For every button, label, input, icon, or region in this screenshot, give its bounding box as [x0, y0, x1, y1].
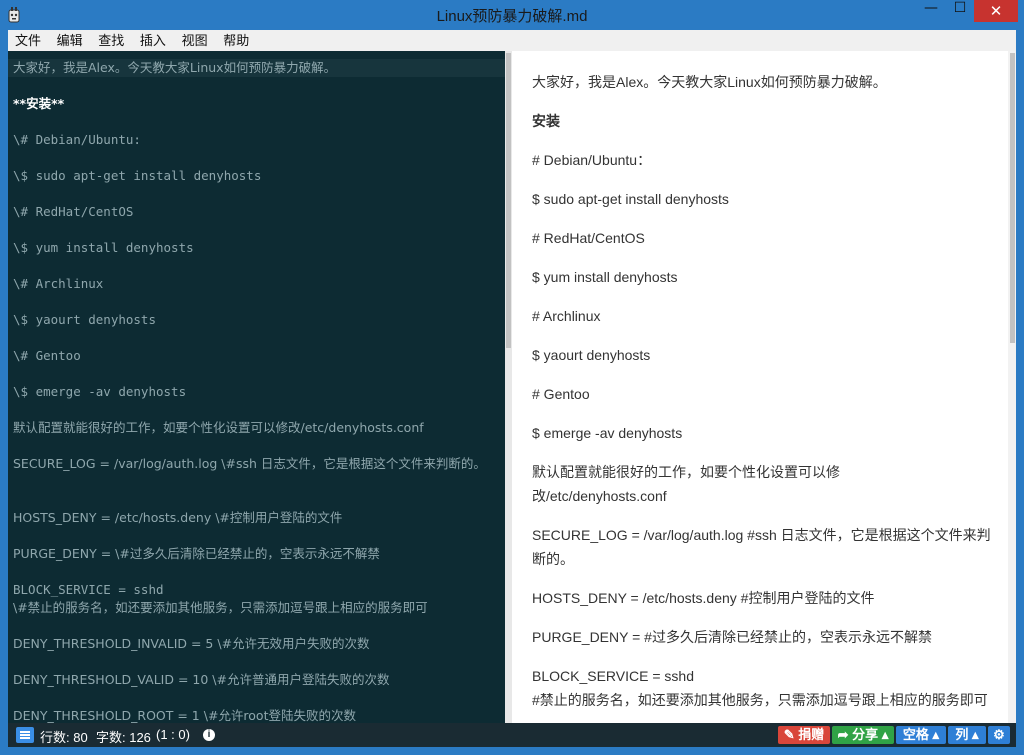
editor-line[interactable]: \$ emerge -av denyhosts	[13, 383, 503, 401]
menu-help[interactable]: 帮助	[218, 30, 254, 51]
editor-line[interactable]: \# Debian/Ubuntu:	[13, 131, 503, 149]
preview-paragraph: $ sudo apt-get install denyhosts	[532, 191, 729, 207]
column-mode-button[interactable]: 列 ▴	[948, 726, 986, 744]
editor-line[interactable]: DENY_THRESHOLD_INVALID = 5 \#允许无效用户失败的次数	[13, 635, 503, 653]
column-mode-label: 列	[955, 727, 969, 742]
editor-line[interactable]: \# Gentoo	[13, 347, 503, 365]
editor-line[interactable]: 默认配置就能很好的工作，如要个性化设置可以修改/etc/denyhosts.co…	[13, 419, 503, 437]
menu-file[interactable]: 文件	[10, 30, 46, 51]
settings-button[interactable]: ⚙	[988, 726, 1010, 744]
editor-scrollbar-thumb[interactable]	[506, 53, 511, 348]
sidebar-toggle-button[interactable]	[16, 727, 34, 743]
editor-line[interactable]: 大家好，我是Alex。今天教大家Linux如何预防暴力破解。	[8, 59, 505, 77]
minimize-icon: —	[924, 0, 938, 16]
title-bar: Linux预防暴力破解.md — ☐ ✕	[0, 0, 1024, 30]
preview-scrollbar[interactable]	[1008, 51, 1016, 723]
editor-line[interactable]: DENY_THRESHOLD_VALID = 10 \#允许普通用户登陆失败的次…	[13, 671, 503, 689]
editor-line[interactable]: \# Archlinux	[13, 275, 503, 293]
editor-line[interactable]: \$ sudo apt-get install denyhosts	[13, 167, 503, 185]
window-title: Linux预防暴力破解.md	[436, 8, 588, 25]
close-icon: ✕	[989, 2, 1003, 20]
preview-paragraph: HOSTS_DENY = /etc/hosts.deny #控制用户登陆的文件	[532, 590, 875, 606]
preview-pane: 大家好，我是Alex。今天教大家Linux如何预防暴力破解。 安装 # Debi…	[512, 51, 1008, 723]
maximize-button[interactable]: ☐	[946, 0, 974, 22]
editor-line[interactable]: \$ yaourt denyhosts	[13, 311, 503, 329]
gear-icon: ⚙	[993, 727, 1005, 742]
menu-edit[interactable]: 编辑	[52, 30, 88, 51]
markdown-editor[interactable]: 大家好，我是Alex。今天教大家Linux如何预防暴力破解。 **安装** \#…	[8, 51, 505, 723]
indent-mode-label: 空格	[902, 727, 929, 742]
menu-insert[interactable]: 插入	[135, 30, 171, 51]
preview-paragraph: 大家好，我是Alex。今天教大家Linux如何预防暴力破解。	[532, 74, 887, 90]
status-bar: 行数: 80 字数: 126 (1 : 0) i ✎ 捐赠 ➦ 分享 ▴ 空格 …	[8, 723, 1016, 747]
minimize-button[interactable]: —	[916, 0, 946, 22]
editor-line[interactable]: \#禁止的服务名，如还要添加其他服务，只需添加逗号跟上相应的服务即可	[13, 599, 503, 617]
preview-paragraph: #禁止的服务名，如还要添加其他服务，只需添加逗号跟上相应的服务即可	[532, 692, 988, 708]
donate-icon: ✎	[783, 727, 795, 742]
editor-line[interactable]: \# RedHat/CentOS	[13, 203, 503, 221]
editor-scrollbar[interactable]	[505, 51, 512, 723]
indent-mode-button[interactable]: 空格 ▴	[896, 726, 946, 744]
editor-line[interactable]: BLOCK_SERVICE = sshd	[13, 581, 503, 599]
caret-up-icon: ▴	[972, 727, 979, 742]
maximize-icon: ☐	[953, 0, 967, 16]
info-icon[interactable]: i	[203, 729, 215, 741]
preview-scrollbar-thumb[interactable]	[1010, 53, 1015, 343]
editor-line[interactable]: SECURE_LOG = /var/log/auth.log \#ssh 日志文…	[13, 455, 503, 473]
editor-line[interactable]: \$ yum install denyhosts	[13, 239, 503, 257]
cursor-position: (1 : 0)	[156, 727, 190, 742]
close-button[interactable]: ✕	[974, 0, 1018, 22]
menu-view[interactable]: 视图	[177, 30, 213, 51]
donate-label: 捐赠	[798, 727, 825, 742]
editor-line[interactable]: **安装**	[13, 95, 503, 113]
preview-paragraph: # Gentoo	[532, 386, 590, 402]
preview-paragraph: 默认配置就能很好的工作，如要个性化设置可以修改/etc/denyhosts.co…	[532, 464, 840, 504]
preview-paragraph: # Archlinux	[532, 308, 601, 324]
menu-find[interactable]: 查找	[93, 30, 129, 51]
editor-line[interactable]: DENY_THRESHOLD_ROOT = 1 \#允许root登陆失败的次数	[13, 707, 503, 723]
preview-paragraph: # Debian/Ubuntu：	[532, 152, 652, 168]
preview-paragraph: PURGE_DENY = #过多久后清除已经禁止的，空表示永远不解禁	[532, 629, 932, 645]
preview-paragraph: # RedHat/CentOS	[532, 230, 645, 246]
preview-paragraph: BLOCK_SERVICE = sshd	[532, 668, 694, 684]
caret-up-icon: ▴	[932, 727, 940, 742]
donate-button[interactable]: ✎ 捐赠	[778, 726, 830, 744]
share-button[interactable]: ➦ 分享 ▴	[832, 726, 894, 744]
menu-bar: 文件 编辑 查找 插入 视图 帮助	[8, 30, 1016, 51]
editor-line[interactable]: HOSTS_DENY = /etc/hosts.deny \#控制用户登陆的文件	[13, 509, 503, 527]
share-icon: ➦	[837, 727, 849, 742]
preview-paragraph: SECURE_LOG = /var/log/auth.log #ssh 日志文件…	[532, 527, 991, 567]
preview-paragraph: $ yaourt denyhosts	[532, 347, 651, 363]
char-count: 字数: 126	[96, 730, 151, 745]
line-count: 行数: 80	[40, 730, 88, 745]
editor-line[interactable]: PURGE_DENY = \#过多久后清除已经禁止的，空表示永远不解禁	[13, 545, 503, 563]
preview-heading: 安装	[532, 113, 560, 129]
preview-paragraph: $ yum install denyhosts	[532, 269, 678, 285]
caret-up-icon: ▴	[881, 727, 889, 742]
share-label: 分享	[852, 727, 879, 742]
preview-paragraph: $ emerge -av denyhosts	[532, 425, 683, 441]
